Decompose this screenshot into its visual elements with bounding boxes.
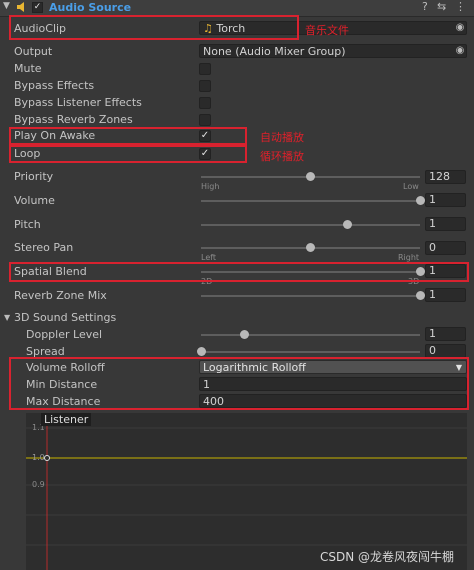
- priority-input[interactable]: 128: [425, 170, 466, 184]
- output-value: None (Audio Mixer Group): [203, 45, 346, 58]
- stereo-pan-slider-thumb[interactable]: [306, 243, 315, 252]
- rolloff-graph[interactable]: 1.1 1.0 0.9 Listener: [26, 413, 467, 570]
- help-icon[interactable]: ?: [422, 0, 428, 13]
- spatial-blend-label: Spatial Blend: [14, 265, 87, 278]
- play-on-awake-checkbox[interactable]: ✓: [199, 130, 211, 142]
- doppler-level-slider-track[interactable]: [201, 334, 420, 336]
- y-tick-0-9: 0.9: [32, 480, 45, 489]
- spread-slider-thumb[interactable]: [196, 347, 206, 356]
- volume-slider-track[interactable]: [201, 200, 420, 202]
- y-tick-1-0: 1.0: [32, 453, 45, 462]
- stereo-pan-max-label: Right: [398, 253, 420, 262]
- object-picker-icon[interactable]: ◉: [454, 22, 466, 34]
- spread-label: Spread: [26, 345, 65, 358]
- speaker-icon: [16, 1, 27, 13]
- loop-label: Loop: [14, 147, 41, 160]
- chevron-down-icon: ▼: [455, 363, 462, 372]
- pitch-slider-track[interactable]: [201, 224, 420, 226]
- output-label: Output: [14, 45, 53, 58]
- bypass-listener-effects-checkbox[interactable]: [199, 97, 211, 109]
- priority-slider-thumb[interactable]: [306, 172, 315, 181]
- doppler-level-slider-thumb[interactable]: [240, 330, 250, 339]
- pitch-label: Pitch: [14, 218, 41, 231]
- spread-input[interactable]: 0: [425, 344, 466, 358]
- priority-label: Priority: [14, 170, 54, 183]
- reverb-zone-mix-input[interactable]: 1: [425, 288, 466, 302]
- priority-min-label: High: [201, 182, 220, 191]
- volume-rolloff-label: Volume Rolloff: [26, 361, 105, 374]
- watermark: CSDN @龙卷风夜闯牛棚: [320, 550, 455, 564]
- doppler-level-label: Doppler Level: [26, 328, 103, 341]
- min-distance-input[interactable]: 1: [199, 377, 467, 391]
- bypass-reverb-zones-label: Bypass Reverb Zones: [14, 113, 133, 126]
- pitch-input[interactable]: 1: [425, 217, 466, 231]
- output-field[interactable]: None (Audio Mixer Group): [199, 44, 467, 58]
- music-note-icon: ♫: [203, 22, 213, 35]
- component-header: ▼ ✓ Audio Source ? ⇆ ⋮: [0, 0, 474, 17]
- spatial-blend-input[interactable]: 1: [425, 264, 466, 278]
- enabled-checkbox[interactable]: ✓: [32, 2, 43, 13]
- spread-slider-track[interactable]: [201, 351, 420, 353]
- pitch-slider-thumb[interactable]: [342, 220, 352, 229]
- volume-slider-thumb[interactable]: [415, 196, 425, 205]
- audioclip-label: AudioClip: [14, 22, 67, 35]
- priority-max-label: Low: [403, 182, 419, 191]
- play-on-awake-label: Play On Awake: [14, 129, 96, 142]
- spatial-blend-slider-thumb[interactable]: [415, 267, 425, 276]
- component-title: Audio Source: [49, 1, 132, 14]
- output-picker-icon[interactable]: ◉: [454, 45, 466, 57]
- volume-rolloff-value: Logarithmic Rolloff: [203, 361, 306, 374]
- annotation-audioclip: 音乐文件: [305, 24, 349, 37]
- 3d-sound-settings-header[interactable]: 3D Sound Settings: [14, 311, 116, 324]
- mute-checkbox[interactable]: [199, 63, 211, 75]
- bypass-reverb-zones-checkbox[interactable]: [199, 114, 211, 126]
- spatial-blend-min-label: 2D: [201, 277, 213, 286]
- mute-label: Mute: [14, 62, 42, 75]
- bypass-effects-label: Bypass Effects: [14, 79, 95, 92]
- stereo-pan-input[interactable]: 0: [425, 241, 466, 255]
- max-distance-label: Max Distance: [26, 395, 101, 408]
- foldout-arrow-icon[interactable]: ▼: [3, 1, 10, 11]
- reverb-zone-mix-label: Reverb Zone Mix: [14, 289, 107, 302]
- listener-label: Listener: [41, 413, 92, 426]
- 3d-foldout-arrow-icon[interactable]: ▼: [4, 313, 10, 322]
- spatial-blend-max-label: 3D: [408, 277, 420, 286]
- volume-rolloff-dropdown[interactable]: Logarithmic Rolloff ▼: [199, 360, 467, 374]
- annotation-loop: 循环播放: [260, 150, 304, 163]
- context-menu-icon[interactable]: ⋮: [455, 0, 466, 13]
- stereo-pan-label: Stereo Pan: [14, 241, 74, 254]
- min-distance-label: Min Distance: [26, 378, 98, 391]
- loop-checkbox[interactable]: ✓: [199, 148, 211, 160]
- doppler-level-input[interactable]: 1: [425, 327, 466, 341]
- spatial-blend-slider-track[interactable]: [201, 271, 420, 273]
- bypass-listener-effects-label: Bypass Listener Effects: [14, 96, 142, 109]
- preset-icon[interactable]: ⇆: [437, 0, 446, 13]
- reverb-zone-mix-slider-thumb[interactable]: [415, 291, 425, 300]
- highlight-loop: [9, 145, 247, 163]
- audioclip-value: Torch: [216, 22, 246, 35]
- annotation-play-on-awake: 自动播放: [260, 131, 304, 144]
- reverb-zone-mix-slider-track[interactable]: [201, 295, 420, 297]
- bypass-effects-checkbox[interactable]: [199, 80, 211, 92]
- volume-label: Volume: [14, 194, 55, 207]
- volume-input[interactable]: 1: [425, 193, 466, 207]
- stereo-pan-min-label: Left: [201, 253, 217, 262]
- max-distance-input[interactable]: 400: [199, 394, 467, 408]
